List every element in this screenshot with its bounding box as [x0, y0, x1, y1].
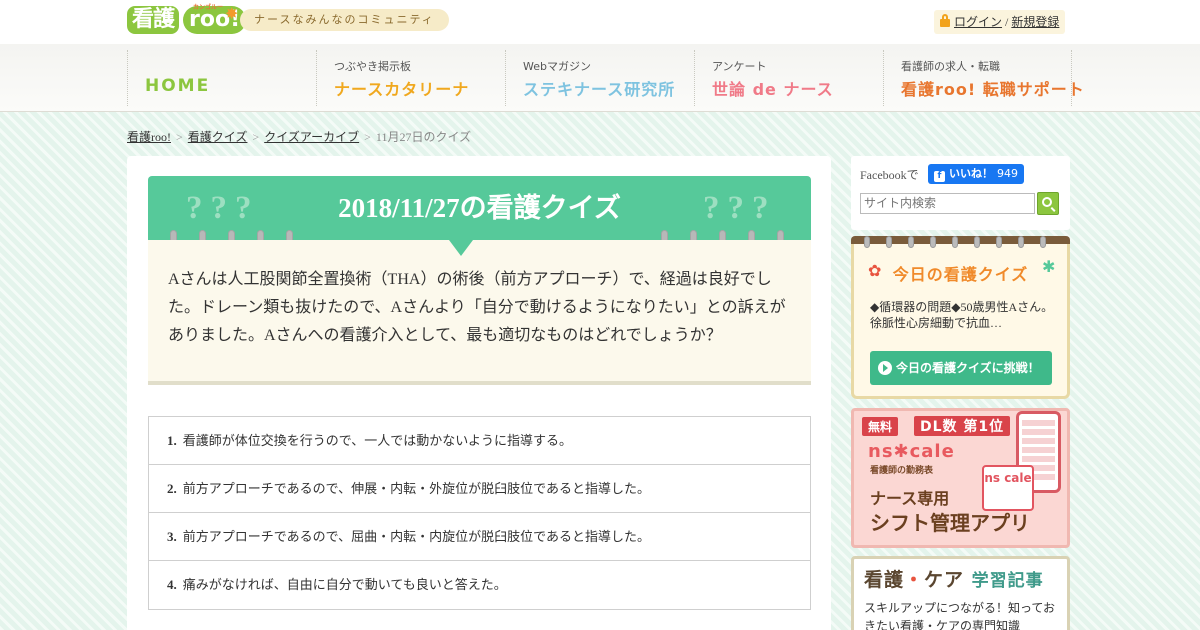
choice-item-4[interactable]: 4. 痛みがなければ、自由に自分で動いても良いと答えた。	[149, 561, 810, 609]
logo-star-icon: ✸	[225, 4, 239, 23]
site-tagline: ナースなみんなのコミュニティ	[240, 9, 449, 31]
breadcrumb-separator: >	[252, 130, 260, 144]
like-count: 949	[997, 167, 1018, 180]
global-nav: HOME つぶやき掲示板 ナースカタリーナ Webマガジン ステキナース研究所 …	[127, 50, 1084, 106]
free-badge: 無料	[862, 417, 899, 436]
account-separator: /	[1005, 15, 1009, 29]
nscale-brand: ns✱cale	[868, 441, 955, 462]
nav-main-label: HOME	[145, 76, 211, 96]
choice-number: 3.	[167, 529, 177, 544]
learning-articles-panel[interactable]: 看護・ケア 学習記事 スキルアップにつながる！知っておきたい看護・ケアの専門知識	[851, 556, 1070, 630]
nscale-banner[interactable]: 無料 DL数 第1位 ns✱cale 看護師の勤務表 ns cale ナース専用…	[851, 408, 1070, 548]
choice-text: 痛みがなければ、自由に自分で動いても良いと答えた。	[182, 577, 507, 592]
lock-icon	[940, 14, 950, 27]
arrow-right-icon	[878, 361, 892, 375]
nav-main-label: ナースカタリーナ	[334, 80, 470, 99]
nav-sub-label: 看護師の求人・転職	[901, 60, 1000, 73]
download-rank-label: DL数 第1位	[914, 416, 1011, 436]
learn-title-part: ケア	[924, 569, 965, 591]
learn-title-part: 看護	[864, 569, 905, 591]
nscale-headline-1: ナース専用	[870, 489, 950, 508]
social-search-box: Facebookで f いいね！ 949	[851, 156, 1070, 230]
choice-number: 2.	[167, 481, 177, 496]
today-quiz-button[interactable]: 今日の看護クイズに挑戦！	[870, 351, 1052, 385]
site-search-input[interactable]	[860, 193, 1035, 214]
search-icon	[1042, 197, 1052, 207]
nav-home[interactable]: HOME	[127, 50, 316, 106]
title-pointer	[449, 240, 473, 256]
today-quiz-button-label: 今日の看護クイズに挑戦！	[896, 361, 1040, 375]
facebook-label: Facebookで	[860, 168, 919, 182]
breadcrumb-separator: >	[364, 130, 371, 144]
account-links: ログイン / 新規登録	[934, 10, 1066, 34]
register-link[interactable]: 新規登録	[1011, 15, 1059, 29]
nav-sub-label: Webマガジン	[523, 60, 591, 73]
choice-text: 前方アプローチであるので、伸展・内転・外旋位が脱臼肢位であると指導した。	[182, 481, 650, 496]
nav-survey[interactable]: アンケート 世論 de ナース	[694, 50, 883, 106]
logo-small-text: カンゴルー	[193, 4, 224, 11]
logo-kanji: 看護	[127, 6, 180, 34]
choice-text: 看護師が体位交換を行うので、一人では動かないように指導する。	[182, 433, 572, 448]
quiz-header: ??? ??? 2018/11/27の看護クイズ	[148, 176, 811, 246]
today-quiz-title: 今日の看護クイズ	[892, 265, 1029, 284]
learning-articles-text: スキルアップにつながる！知っておきたい看護・ケアの専門知識	[864, 601, 1056, 630]
nav-main-label: ステキナース研究所	[523, 80, 676, 99]
login-link[interactable]: ログイン	[954, 15, 1002, 29]
nav-suteki-nurse[interactable]: Webマガジン ステキナース研究所	[505, 50, 694, 106]
panel-rings	[864, 236, 1046, 248]
learn-title-highlight: 学習記事	[971, 571, 1044, 591]
today-quiz-panel: ✿ ✱ 今日の看護クイズ ◆循環器の問題◆50歳男性Aさん。徐脈性心房細動で抗血…	[851, 236, 1070, 399]
nav-nurse-catalina[interactable]: つぶやき掲示板 ナースカタリーナ	[316, 50, 505, 106]
learn-title-dot: ・	[904, 569, 925, 591]
nav-career-support[interactable]: 看護師の求人・転職 看護roo! 転職サポート	[883, 50, 1084, 106]
nav-main-label: 看護roo! 転職サポート	[901, 80, 1085, 99]
breadcrumb: 看護roo! > 看護クイズ > クイズアーカイブ >11月27日のクイズ	[127, 128, 471, 145]
facebook-icon: f	[934, 171, 945, 182]
learning-articles-title: 看護・ケア 学習記事	[864, 565, 1044, 592]
choice-item-1[interactable]: 1. 看護師が体位交換を行うので、一人では動かないように指導する。	[149, 417, 810, 465]
calendar-illustration: ns cale	[982, 465, 1034, 511]
like-label: いいね！	[949, 167, 993, 180]
choice-text: 前方アプローチであるので、屈曲・内転・内旋位が脱臼肢位であると指導した。	[182, 529, 650, 544]
choice-item-3[interactable]: 3. 前方アプローチであるので、屈曲・内転・内旋位が脱臼肢位であると指導した。	[149, 513, 810, 561]
breadcrumb-home[interactable]: 看護roo!	[127, 130, 171, 144]
nav-sub-label: つぶやき掲示板	[334, 60, 411, 73]
choice-list: 1. 看護師が体位交換を行うので、一人では動かないように指導する。 2. 前方アプロ…	[148, 416, 811, 610]
choice-number: 4.	[167, 577, 177, 592]
breadcrumb-separator: >	[176, 130, 183, 144]
nscale-brand-sub: 看護師の勤務表	[870, 466, 934, 476]
choice-item-2[interactable]: 2. 前方アプローチであるので、伸展・内転・外旋位が脱臼肢位であると指導した。	[149, 465, 810, 513]
choice-number: 1.	[167, 433, 177, 448]
breadcrumb-current: 11月27日のクイズ	[375, 130, 472, 144]
facebook-like-button[interactable]: f いいね！ 949	[928, 164, 1024, 184]
question-box: Aさんは人工股関節全置換術（THA）の術後（前方アプローチ）で、経過は良好でした…	[148, 240, 811, 385]
nav-main-label: 世論 de ナース	[712, 80, 834, 99]
nav-sub-label: アンケート	[712, 60, 767, 73]
site-logo[interactable]: 看護 roo! カンゴルー ✸	[127, 4, 247, 36]
question-text: Aさんは人工股関節全置換術（THA）の術後（前方アプローチ）で、経過は良好でした…	[168, 271, 786, 344]
today-quiz-teaser[interactable]: ◆循環器の問題◆50歳男性Aさん。徐脈性心房細動で抗血…	[870, 299, 1060, 331]
nscale-headline-2: シフト管理アプリ	[870, 511, 1030, 535]
search-button[interactable]	[1037, 192, 1059, 215]
main-content: ??? ??? 2018/11/27の看護クイズ Aさんは人工股関節全置換術（T…	[127, 156, 831, 630]
breadcrumb-archive[interactable]: クイズアーカイブ	[264, 130, 359, 144]
site-header: 看護 roo! カンゴルー ✸ ナースなみんなのコミュニティ ログイン / 新規…	[0, 0, 1200, 112]
breadcrumb-quiz[interactable]: 看護クイズ	[188, 130, 248, 144]
